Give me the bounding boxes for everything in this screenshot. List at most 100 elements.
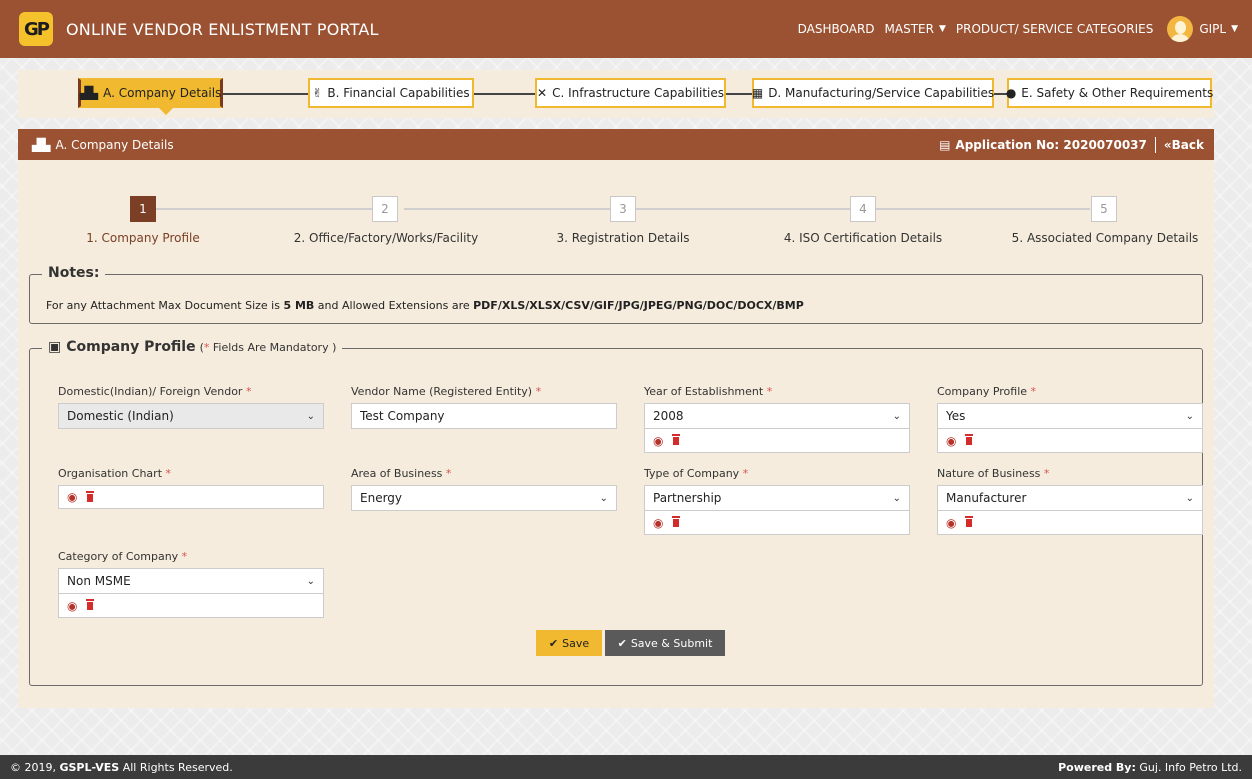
wizard-step-1[interactable]: 1 xyxy=(130,196,156,222)
chevron-down-icon: ⌄ xyxy=(1185,410,1194,422)
mandatory-note: (* Fields Are Mandatory ) xyxy=(199,340,337,354)
category-label: Category of Company * xyxy=(58,550,188,563)
company-profile-doc-field: Company Profile * Yes ⌄ ◉ xyxy=(937,385,1203,453)
company-profile-title: Company Profile xyxy=(66,339,196,355)
finance-icon: ✌ xyxy=(312,86,323,100)
vendor-name-input[interactable]: Test Company xyxy=(351,403,617,429)
year-attachment: ◉ xyxy=(644,429,910,453)
vendor-type-select[interactable]: Domestic (Indian) ⌄ xyxy=(58,403,324,429)
type-of-company-field: Type of Company * Partnership ⌄ ◉ xyxy=(644,467,910,535)
nature-attachment: ◉ xyxy=(937,511,1203,535)
footer: © 2019, GSPL-VES All Rights Reserved. Po… xyxy=(0,755,1252,779)
chevron-down-icon: ⌄ xyxy=(892,492,901,504)
category-of-company-field: Category of Company * Non MSME ⌄ ◉ xyxy=(58,550,324,618)
tab-label: A. Company Details xyxy=(103,86,222,100)
wizard-label-1[interactable]: 1. Company Profile xyxy=(86,231,199,245)
chevron-down-icon: ⌄ xyxy=(306,410,315,422)
nav-categories-label: PRODUCT/ SERVICE CATEGORIES xyxy=(955,22,1154,36)
back-link[interactable]: «Back xyxy=(1164,138,1204,152)
eye-icon[interactable]: ◉ xyxy=(67,490,77,504)
wizard-label-2[interactable]: 2. Office/Factory/Works/Facility xyxy=(294,231,478,245)
nav-menu: DASHBOARD MASTER ▼ PRODUCT/ SERVICE CATEG… xyxy=(788,16,1238,42)
eye-icon[interactable]: ◉ xyxy=(946,516,956,530)
tab-company-details[interactable]: ▟▙ A. Company Details xyxy=(78,78,223,108)
building-icon: ▦ xyxy=(751,86,764,100)
company-profile-select[interactable]: Yes ⌄ xyxy=(937,403,1203,429)
wizard-step-3[interactable]: 3 xyxy=(610,196,636,222)
notes-fieldset: Notes: For any Attachment Max Document S… xyxy=(29,265,1203,324)
tab-infrastructure-capabilities[interactable]: ✕ C. Infrastructure Capabilities xyxy=(535,78,726,108)
nav-dashboard[interactable]: DASHBOARD xyxy=(798,22,875,36)
eye-icon[interactable]: ◉ xyxy=(653,434,663,448)
chevron-down-icon: ⌄ xyxy=(599,492,608,504)
year-label: Year of Establishment * xyxy=(644,385,773,398)
trash-icon[interactable] xyxy=(86,490,95,502)
portal-title: ONLINE VENDOR ENLISTMENT PORTAL xyxy=(66,19,379,39)
nav-master-dropdown[interactable]: MASTER ▼ xyxy=(885,22,946,36)
year-of-establishment-field: Year of Establishment * 2008 ⌄ ◉ xyxy=(644,385,910,453)
tab-safety-other-requirements[interactable]: ● E. Safety & Other Requirements xyxy=(1006,78,1214,108)
save-submit-button[interactable]: ✔ Save & Submit xyxy=(605,630,725,656)
company-profile-legend: ▣ Company Profile (* Fields Are Mandator… xyxy=(42,339,343,355)
portal-logo[interactable]: GP xyxy=(19,12,53,46)
active-tab-pointer xyxy=(159,108,173,115)
category-select[interactable]: Non MSME ⌄ xyxy=(58,568,324,594)
back-label: Back xyxy=(1171,137,1204,152)
wizard-step-5[interactable]: 5 xyxy=(1091,196,1117,222)
year-select[interactable]: 2008 ⌄ xyxy=(644,403,910,429)
notes-legend: Notes: xyxy=(42,265,106,281)
tab-financial-capabilities[interactable]: ✌ B. Financial Capabilities xyxy=(308,78,474,108)
company-profile-fieldset: ▣ Company Profile (* Fields Are Mandator… xyxy=(29,339,1203,686)
wizard-step-4[interactable]: 4 xyxy=(850,196,876,222)
chevron-down-icon: ⌄ xyxy=(1185,492,1194,504)
eye-icon[interactable]: ◉ xyxy=(946,434,956,448)
tab-label: C. Infrastructure Capabilities xyxy=(552,86,724,100)
nature-select[interactable]: Manufacturer ⌄ xyxy=(937,485,1203,511)
caret-down-icon: ▼ xyxy=(1231,24,1238,34)
org-chart-label: Organisation Chart * xyxy=(58,467,172,480)
org-chart-attachment: ◉ xyxy=(58,485,324,509)
trash-icon[interactable] xyxy=(672,516,681,527)
save-button[interactable]: ✔ Save xyxy=(536,630,602,656)
area-select[interactable]: Energy ⌄ xyxy=(351,485,617,511)
factory-icon: ▟▙ xyxy=(79,86,99,100)
nature-label: Nature of Business * xyxy=(937,467,1050,480)
panel-title: A. Company Details xyxy=(55,137,174,152)
profile-wizard: 1 2 3 4 5 1. Company Profile 2. Office/F… xyxy=(18,196,1214,256)
area-label: Area of Business * xyxy=(351,467,452,480)
trash-icon[interactable] xyxy=(672,434,681,445)
powered-by-text: Powered By: Guj. Info Petro Ltd. xyxy=(1058,760,1242,774)
type-label: Type of Company * xyxy=(644,467,749,480)
chevron-down-icon: ⌄ xyxy=(892,410,901,422)
company-profile-label: Company Profile * xyxy=(937,385,1037,398)
eye-icon[interactable]: ◉ xyxy=(67,599,77,613)
panel-header: ▟▙ A. Company Details ▤ Application No: … xyxy=(18,129,1214,160)
nav-product-service-categories[interactable]: PRODUCT/ SERVICE CATEGORIES xyxy=(956,22,1153,36)
check-icon: ✔ xyxy=(617,636,627,650)
wizard-label-3[interactable]: 3. Registration Details xyxy=(556,231,689,245)
check-icon: ✔ xyxy=(548,636,559,650)
tab-manufacturing-service-capabilities[interactable]: ▦ D. Manufacturing/Service Capabilities xyxy=(752,78,994,108)
trash-icon[interactable] xyxy=(86,599,95,610)
tab-label: E. Safety & Other Requirements xyxy=(1021,86,1214,100)
nav-dashboard-label: DASHBOARD xyxy=(797,22,875,36)
type-attachment: ◉ xyxy=(644,511,910,535)
area-of-business-field: Area of Business * Energy ⌄ xyxy=(351,467,617,511)
notes-text: For any Attachment Max Document Size is … xyxy=(46,299,804,312)
user-avatar-icon[interactable] xyxy=(1167,16,1194,42)
trash-icon[interactable] xyxy=(965,434,974,445)
tools-icon: ✕ xyxy=(537,86,548,100)
user-name: GIPL xyxy=(1199,22,1227,36)
eye-icon[interactable]: ◉ xyxy=(653,516,663,530)
caret-down-icon: ▼ xyxy=(938,24,946,34)
copyright-text: © 2019, GSPL-VES All Rights Reserved. xyxy=(10,760,233,774)
user-menu-dropdown[interactable]: GIPL ▼ xyxy=(1199,22,1238,36)
vendor-name-label: Vendor Name (Registered Entity) * xyxy=(351,385,542,398)
factory-icon: ▟▙ xyxy=(32,137,51,152)
wizard-label-4[interactable]: 4. ISO Certification Details xyxy=(784,231,942,245)
wizard-step-2[interactable]: 2 xyxy=(372,196,398,222)
vendor-type-label: Domestic(Indian)/ Foreign Vendor * xyxy=(58,385,252,398)
wizard-label-5[interactable]: 5. Associated Company Details xyxy=(1012,231,1199,245)
type-select[interactable]: Partnership ⌄ xyxy=(644,485,910,511)
trash-icon[interactable] xyxy=(965,516,974,527)
